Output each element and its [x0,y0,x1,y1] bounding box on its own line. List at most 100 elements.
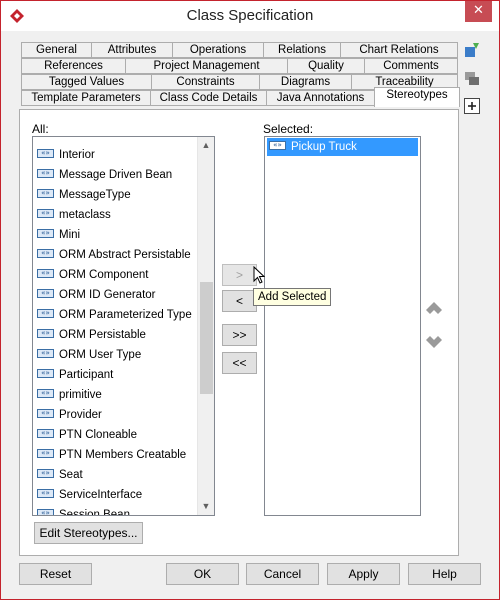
close-button[interactable]: ✕ [465,1,492,22]
edit-stereotypes-button[interactable]: Edit Stereotypes... [34,522,143,544]
list-item-label: Message Driven Bean [59,169,173,181]
stereotype-icon: «» [37,369,54,379]
model-element-icon[interactable] [463,41,481,59]
stereotype-icon: «» [37,389,54,399]
list-item-label: ServiceInterface [59,489,143,501]
remove-selected-button[interactable]: < [222,290,257,312]
list-item[interactable]: «» Provider [37,405,102,425]
remove-all-button[interactable]: << [222,352,257,374]
tab-project-management[interactable]: Project Management [125,58,288,74]
tab-chart-relations[interactable]: Chart Relations [340,42,458,58]
class-specification-dialog: Class Specification ✕ General Attributes… [0,0,500,600]
list-item-label: ORM ID Generator [59,289,156,301]
list-item[interactable]: «» Seat [37,465,83,485]
stereotype-icon: «» [37,349,54,359]
stereotype-icon: «» [37,169,54,179]
list-item[interactable]: «» ORM User Type [37,345,141,365]
list-item-label: primitive [59,389,102,401]
list-item[interactable]: «» primitive [37,385,102,405]
list-item-label: Participant [59,369,114,381]
selected-stereotypes-list[interactable]: «» Pickup Truck [264,136,421,516]
list-item[interactable]: «» ORM Abstract Persistable [37,245,191,265]
list-item-label: ORM Parameterized Type [59,309,192,321]
tab-references[interactable]: References [21,58,126,74]
add-selected-tooltip: Add Selected [253,288,332,306]
tab-comments[interactable]: Comments [364,58,458,74]
stereotype-icon: «» [37,229,54,239]
list-item[interactable]: «» ServiceInterface [37,485,142,505]
apply-button[interactable]: Apply [327,563,400,585]
stereotype-icon: «» [37,449,54,459]
stereotype-icon: «» [37,309,54,319]
ok-button[interactable]: OK [166,563,239,585]
tab-constraints[interactable]: Constraints [151,74,260,90]
list-item-label: ORM Abstract Persistable [59,249,191,261]
list-item[interactable]: «» Message Driven Bean [37,165,172,185]
move-up-icon[interactable] [425,301,443,315]
selected-item[interactable]: «» Pickup Truck [267,138,418,156]
title-bar: Class Specification ✕ [1,1,499,31]
list-item-label: ORM Component [59,269,149,281]
window-title: Class Specification [186,7,314,24]
all-stereotypes-list[interactable]: «» Interior «» Message Driven Bean «» Message… [32,136,215,516]
tab-relations[interactable]: Relations [263,42,341,58]
selected-label: Selected: [263,122,314,136]
mouse-cursor-icon [253,266,265,284]
stereotype-icon: «» [37,429,54,439]
stereotype-icon: «» [37,149,54,159]
scroll-down-icon[interactable]: ▼ [198,498,214,515]
list-item[interactable]: «» Interior [37,145,95,165]
stack-icon[interactable] [463,69,481,87]
list-item-label: Seat [59,469,83,481]
tab-tagged-values[interactable]: Tagged Values [21,74,152,90]
tab-stereotypes[interactable]: Stereotypes [374,87,460,107]
all-list-scrollbar[interactable]: ▲ ▼ [197,137,214,515]
tab-java-annotations[interactable]: Java Annotations [266,90,375,106]
list-item[interactable]: «» Session Bean [37,505,130,515]
stereotype-icon: «» [37,489,54,499]
list-item-label: Provider [59,409,102,421]
stereotype-icon: «» [37,409,54,419]
tab-general[interactable]: General [21,42,92,58]
list-item[interactable]: «» Participant [37,365,113,385]
reset-button[interactable]: Reset [19,563,92,585]
stereotype-icon: «» [37,509,54,515]
list-item-label: metaclass [59,209,111,221]
stereotype-icon: «» [37,249,54,259]
tab-diagrams[interactable]: Diagrams [259,74,352,90]
list-item[interactable]: «» Mini [37,225,80,245]
list-item-label: PTN Members Creatable [59,449,187,461]
move-down-icon[interactable] [425,335,443,349]
stereotype-icon: «» [37,469,54,479]
list-item[interactable]: «» ORM ID Generator [37,285,156,305]
stereotypes-panel: All: «» Interior «» Message Driven Bean «» Me… [19,109,459,556]
list-item-label: ORM Persistable [59,329,146,341]
tab-class-code-details[interactable]: Class Code Details [150,90,267,106]
add-all-button[interactable]: >> [222,324,257,346]
list-item[interactable]: «» PTN Cloneable [37,425,137,445]
help-button[interactable]: Help [408,563,481,585]
list-item-label: Mini [59,229,81,241]
list-item[interactable]: «» ORM Persistable [37,325,146,345]
list-item-label: MessageType [59,189,131,201]
tab-quality[interactable]: Quality [287,58,365,74]
list-item[interactable]: «» ORM Component [37,265,148,285]
scroll-thumb[interactable] [200,282,213,394]
stereotype-icon: «» [37,289,54,299]
list-item[interactable]: «» metaclass [37,205,111,225]
scroll-up-icon[interactable]: ▲ [198,137,214,154]
list-item[interactable]: «» MessageType [37,185,131,205]
tab-attributes[interactable]: Attributes [91,42,173,58]
tab-operations[interactable]: Operations [172,42,264,58]
add-tab-icon[interactable] [463,97,481,115]
stereotype-icon: «» [37,329,54,339]
close-icon: ✕ [473,3,484,18]
list-item[interactable]: «» ORM Parameterized Type [37,305,192,325]
tab-template-parameters[interactable]: Template Parameters [21,90,151,106]
cancel-button[interactable]: Cancel [246,563,319,585]
all-label: All: [32,122,49,136]
stereotype-icon: «» [37,269,54,279]
list-item[interactable]: «» PTN Members Creatable [37,445,186,465]
add-selected-button[interactable]: > [222,264,257,286]
stereotype-icon: «» [37,189,54,199]
